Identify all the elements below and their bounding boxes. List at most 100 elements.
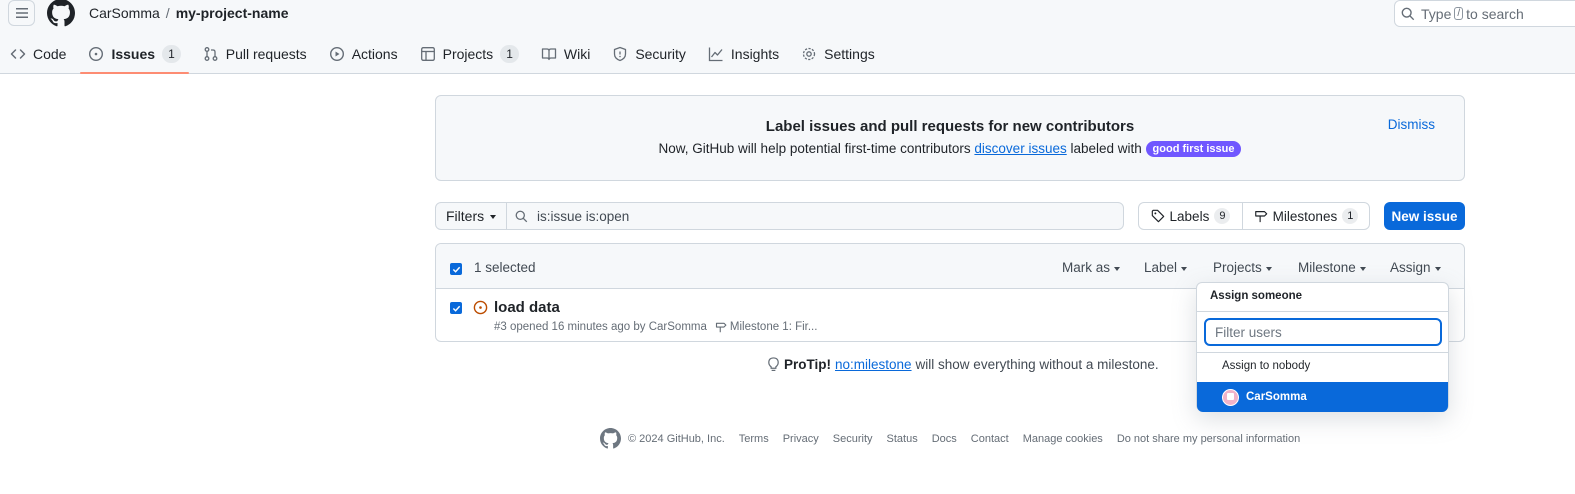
search-suffix: to search bbox=[1466, 5, 1524, 22]
projects-dropdown-label: Projects bbox=[1213, 260, 1262, 275]
assign-dropdown[interactable]: Assign bbox=[1390, 260, 1441, 275]
dismiss-button[interactable]: Dismiss bbox=[1388, 117, 1435, 132]
footer-link-do-not-share[interactable]: Do not share my personal information bbox=[1117, 433, 1300, 445]
mark-as-label: Mark as bbox=[1062, 260, 1111, 275]
chevron-down-icon bbox=[1181, 266, 1188, 271]
discover-issues-link[interactable]: discover issues bbox=[974, 141, 1066, 156]
milestone-dropdown-label: Milestone bbox=[1298, 260, 1356, 275]
projects-dropdown[interactable]: Projects bbox=[1213, 260, 1272, 275]
milestones-label: Milestones bbox=[1272, 208, 1338, 224]
tab-actions[interactable]: Actions bbox=[319, 40, 408, 68]
search-prefix: Type bbox=[1421, 5, 1452, 22]
graph-icon bbox=[708, 47, 723, 62]
new-issue-button[interactable]: New issue bbox=[1384, 202, 1465, 230]
search-shortcut-key: / bbox=[1454, 7, 1464, 20]
github-logo-icon[interactable] bbox=[600, 428, 621, 449]
tab-pull-requests-label: Pull requests bbox=[225, 46, 307, 62]
select-all-checkbox[interactable] bbox=[450, 263, 462, 275]
projects-count-badge: 1 bbox=[500, 45, 519, 63]
milestone-icon bbox=[715, 322, 727, 333]
breadcrumb-separator: / bbox=[165, 5, 170, 21]
issues-search-query: is:issue is:open bbox=[537, 208, 630, 224]
milestone-icon bbox=[1254, 211, 1267, 223]
issues-search-input[interactable]: is:issue is:open bbox=[506, 202, 1124, 230]
assignee-item-carsomma[interactable]: CarSomma bbox=[1197, 382, 1448, 412]
assign-menu: Assign someone Filter users Assign to no… bbox=[1196, 282, 1449, 412]
issue-opened-icon bbox=[473, 300, 488, 315]
chevron-down-icon bbox=[1265, 266, 1272, 271]
label-dropdown[interactable]: Label bbox=[1144, 260, 1188, 275]
issue-milestone-link[interactable]: Milestone 1: Fir... bbox=[715, 321, 818, 333]
protip-lead: ProTip! bbox=[784, 357, 831, 372]
tab-wiki[interactable]: Wiki bbox=[531, 40, 600, 68]
footer-link-docs[interactable]: Docs bbox=[932, 433, 957, 445]
github-logo-icon[interactable] bbox=[47, 0, 75, 27]
footer-link-terms[interactable]: Terms bbox=[739, 433, 769, 445]
banner-text: Now, GitHub will help potential first-ti… bbox=[436, 141, 1464, 157]
menu-button[interactable] bbox=[8, 0, 35, 26]
check-icon bbox=[452, 305, 460, 312]
protip: ProTip! no:milestone will show everythin… bbox=[767, 357, 1159, 372]
banner-text-before: Now, GitHub will help potential first-ti… bbox=[658, 141, 971, 156]
owner-link[interactable]: CarSomma bbox=[89, 5, 160, 21]
hamburger-icon bbox=[15, 8, 28, 18]
label-dropdown-label: Label bbox=[1144, 260, 1178, 275]
filters-label: Filters bbox=[446, 208, 485, 224]
assign-dropdown-label: Assign bbox=[1390, 260, 1431, 275]
assign-to-nobody-item[interactable]: Assign to nobody bbox=[1222, 360, 1310, 372]
check-icon bbox=[452, 266, 460, 273]
footer-link-manage-cookies[interactable]: Manage cookies bbox=[1023, 433, 1103, 445]
repo-link[interactable]: my-project-name bbox=[176, 5, 289, 21]
tab-projects-label: Projects bbox=[442, 46, 494, 62]
gear-icon bbox=[802, 47, 816, 61]
menu-divider bbox=[1197, 311, 1448, 312]
code-icon bbox=[10, 49, 26, 59]
assignee-name: CarSomma bbox=[1246, 391, 1307, 403]
tab-settings-label: Settings bbox=[824, 46, 875, 62]
tab-pull-requests[interactable]: Pull requests bbox=[193, 40, 317, 68]
assign-menu-title: Assign someone bbox=[1210, 290, 1303, 302]
labels-label: Labels bbox=[1169, 208, 1210, 224]
good-first-issue-label[interactable]: good first issue bbox=[1145, 141, 1242, 157]
footer: © 2024 GitHub, Inc. Terms Privacy Securi… bbox=[600, 428, 1300, 449]
tab-insights[interactable]: Insights bbox=[698, 40, 789, 68]
tab-issues[interactable]: Issues 1 bbox=[78, 40, 190, 74]
issue-title-link[interactable]: load data bbox=[494, 299, 560, 316]
tag-icon bbox=[1151, 209, 1164, 223]
copyright-text: © 2024 GitHub, Inc. bbox=[628, 432, 725, 445]
footer-link-privacy[interactable]: Privacy bbox=[783, 433, 819, 445]
labels-button[interactable]: Labels 9 bbox=[1138, 202, 1243, 230]
tab-wiki-label: Wiki bbox=[563, 46, 591, 62]
issue-meta-text: #3 opened 16 minutes ago by CarSomma bbox=[494, 321, 707, 333]
breadcrumb: CarSomma / my-project-name bbox=[89, 5, 289, 21]
milestones-count-badge: 1 bbox=[1342, 208, 1359, 224]
milestone-dropdown[interactable]: Milestone bbox=[1298, 260, 1366, 275]
tab-security[interactable]: Security bbox=[602, 40, 696, 68]
issue-meta: #3 opened 16 minutes ago by CarSomma Mil… bbox=[494, 321, 817, 333]
issue-milestone-label: Milestone 1: Fir... bbox=[729, 321, 818, 333]
avatar bbox=[1222, 388, 1239, 406]
banner-title: Label issues and pull requests for new c… bbox=[765, 118, 1135, 135]
search-icon bbox=[1401, 7, 1415, 20]
filters-button[interactable]: Filters bbox=[435, 202, 507, 230]
footer-link-contact[interactable]: Contact bbox=[971, 433, 1009, 445]
tab-actions-label: Actions bbox=[351, 46, 398, 62]
git-pull-request-icon bbox=[204, 47, 218, 61]
mark-as-dropdown[interactable]: Mark as bbox=[1062, 260, 1121, 275]
banner-text-after: labeled with bbox=[1070, 141, 1142, 156]
table-icon bbox=[420, 47, 435, 61]
tab-issues-label: Issues bbox=[111, 46, 156, 62]
tab-code[interactable]: Code bbox=[0, 40, 76, 68]
global-search-input[interactable]: Type / to search bbox=[1394, 0, 1575, 27]
play-icon bbox=[329, 46, 344, 62]
issue-checkbox[interactable] bbox=[450, 302, 462, 314]
footer-link-status[interactable]: Status bbox=[887, 433, 918, 445]
milestones-button[interactable]: Milestones 1 bbox=[1242, 202, 1370, 230]
footer-link-security[interactable]: Security bbox=[833, 433, 873, 445]
tab-insights-label: Insights bbox=[730, 46, 780, 62]
filter-users-input[interactable]: Filter users bbox=[1204, 318, 1442, 346]
tab-settings[interactable]: Settings bbox=[791, 40, 885, 68]
no-milestone-link[interactable]: no:milestone bbox=[835, 357, 912, 372]
tab-projects[interactable]: Projects 1 bbox=[410, 40, 529, 68]
selected-count: 1 selected bbox=[474, 260, 536, 275]
